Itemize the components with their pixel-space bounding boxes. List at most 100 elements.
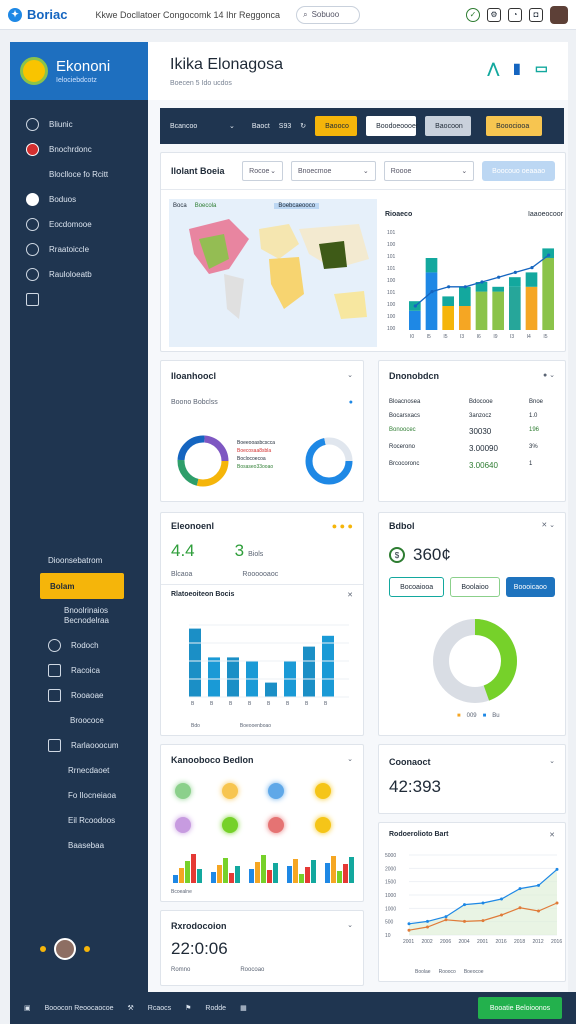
option-button-2[interactable]: Boolaioo — [450, 577, 500, 597]
lock-icon[interactable]: ◘ — [529, 7, 543, 22]
status-icon[interactable] — [314, 817, 331, 833]
sidebar-item-2[interactable]: Bnochrdonc — [10, 137, 148, 162]
toolbar-white-button[interactable]: Boodoeoooer — [366, 116, 418, 136]
chevron-down-icon[interactable]: ⌄ — [347, 755, 353, 765]
select-value: Roooe — [390, 167, 412, 175]
y-tick: 500 — [385, 920, 394, 926]
toolbar-grey-button[interactable]: Baocoon — [425, 116, 472, 136]
mini-bar — [255, 862, 260, 883]
chevron-down-icon[interactable]: ⌄ — [347, 921, 353, 931]
toolbar-item[interactable]: S93 — [279, 123, 291, 130]
chart-bar-stack — [509, 277, 521, 287]
sidebar-subtitle: Ielociebdcotz — [56, 77, 97, 84]
flag-icon[interactable]: ⚑ — [185, 1004, 191, 1012]
sidebar-item-1[interactable]: Bliunic — [10, 112, 148, 137]
mini-bar — [287, 866, 292, 883]
sidebar-item-active[interactable]: Bolam — [40, 573, 124, 599]
refresh-icon[interactable]: ↻ — [300, 122, 306, 130]
y-tick: 2000 — [385, 866, 396, 872]
sidebar-item-8[interactable] — [10, 287, 148, 312]
status-icon[interactable] — [268, 817, 284, 833]
sidebar-lower-6[interactable]: Rooaoae — [10, 683, 148, 708]
status-icon[interactable] — [175, 817, 191, 833]
sidebar-item-3[interactable]: Bloclloce fo Rcitt — [10, 162, 148, 187]
main-header: Ikika Elonagosa Boecen 5 Ido ucdos ⋀ ▮ ▭ — [148, 42, 568, 100]
card-title: Kanooboco Bedlon — [171, 755, 254, 765]
x-tick: B — [229, 701, 233, 707]
toolbar-select[interactable]: Bcancoo — [170, 123, 220, 130]
avatar[interactable] — [550, 5, 568, 24]
sidebar-lower-5[interactable]: Racoica — [10, 658, 148, 683]
tool-icon[interactable]: ⚒ — [128, 1004, 134, 1012]
status-icon[interactable] — [221, 817, 238, 833]
bookmark-icon[interactable]: ▮ — [513, 60, 521, 77]
toolbar-item[interactable]: Baoct — [252, 123, 270, 130]
sidebar-lower-11[interactable]: Eil Rcoodoos — [10, 808, 148, 833]
mini-bar — [325, 863, 330, 883]
map-action-button[interactable]: Boocouo oeaaao — [482, 161, 555, 181]
toolbar-orange-button[interactable]: Booociooa — [486, 116, 543, 136]
mini-bar — [211, 872, 216, 883]
sidebar-lower-8[interactable]: Rarlaooocum — [10, 733, 148, 758]
calendar-icon[interactable]: ▦ — [240, 1004, 247, 1012]
status-icon[interactable] — [314, 783, 331, 799]
close-icon[interactable]: ✕ — [347, 591, 353, 599]
filter-select-3[interactable]: Roooe ⌄ — [383, 161, 475, 181]
sidebar-item-label: Bolam — [50, 581, 75, 591]
card-icon[interactable]: ▭ — [535, 60, 548, 77]
sidebar-item-7[interactable]: Rauloloeatb — [10, 262, 148, 287]
map-tab[interactable]: Boebcaeooco — [274, 203, 320, 209]
sidebar-lower-10[interactable]: Fo Ilocneiaoa — [10, 783, 148, 808]
chart-point — [530, 266, 534, 270]
chevron-down-icon[interactable]: ⌄ — [347, 371, 353, 381]
x-tick: I9 — [493, 334, 497, 340]
option-button-3[interactable]: Boooicaoo — [505, 577, 556, 597]
sidebar-lower-9[interactable]: Rrnecdaoet — [10, 758, 148, 783]
status-icon[interactable]: ✓ — [466, 7, 480, 22]
bottom-item[interactable]: Rodde — [205, 1005, 226, 1012]
sidebar-lower-3[interactable]: Bnoolrinaios Becnodelraa — [10, 599, 148, 633]
sidebar-item-6[interactable]: Rraatoiccle — [10, 237, 148, 262]
option-button-1[interactable]: Bocoaiooa — [389, 577, 445, 597]
user-avatar[interactable] — [54, 938, 76, 960]
sidebar-header[interactable]: Ekononi Ielociebdcotz — [10, 42, 148, 100]
bottom-item[interactable]: Booocon Reoocaocoe — [45, 1005, 114, 1012]
bell-icon[interactable]: ◔ — [508, 7, 522, 22]
sidebar-lower-12[interactable]: Baasebaa — [10, 833, 148, 858]
bottom-bar: ▣ Booocon Reoocaocoe ⚒ Rcaocs ⚑ Rodde ▦ … — [10, 992, 576, 1024]
search-input[interactable]: ⌕ Sobuoo — [296, 5, 361, 24]
toolbar-yellow-button[interactable]: Baooco — [315, 116, 358, 136]
chevron-down-icon[interactable]: ⌄ — [549, 757, 555, 767]
y-tick: 101 — [387, 230, 396, 236]
badge-icons[interactable]: ● ● ● — [332, 521, 353, 531]
chart-point — [547, 253, 551, 257]
mini-bar — [173, 875, 178, 883]
top-nav[interactable]: Kkwe Docllatoer Congocomk 14 Ihr Reggonc… — [95, 10, 280, 20]
chevron-down-icon[interactable]: ✕ ⌄ — [541, 521, 555, 531]
world-map[interactable]: Boca Boecola Boebcaeooco — [169, 199, 377, 347]
status-icon[interactable] — [268, 783, 284, 799]
chart-bar-stack — [525, 272, 538, 287]
brand[interactable]: ✦ Boriac — [8, 7, 67, 22]
sidebar-lower-7[interactable]: Broococe — [10, 708, 148, 733]
sidebar-item-4[interactable]: Boduos — [10, 187, 148, 212]
bottom-item[interactable]: Rcaocs — [148, 1005, 171, 1012]
status-icon[interactable] — [175, 783, 191, 799]
chart-point — [555, 901, 559, 905]
sidebar-item-5[interactable]: Eocdomooe — [10, 212, 148, 237]
sidebar-lower-1[interactable]: Dioonsebatrom — [10, 548, 148, 573]
primary-action-button[interactable]: Booatie Beloioonos — [478, 997, 562, 1019]
filter-select-1[interactable]: Rocoe ⌄ — [242, 161, 283, 181]
grid-icon[interactable]: ▣ — [24, 1004, 31, 1012]
chevron-down-icon[interactable]: ● ⌄ — [543, 371, 555, 381]
up-icon[interactable]: ⋀ — [488, 60, 499, 77]
sidebar-lower-4[interactable]: Rodoch — [10, 633, 148, 658]
filter-select-2[interactable]: Bnoecmoe ⌄ — [290, 161, 376, 181]
kpi-value: 4.4 — [171, 541, 195, 560]
chart-point — [500, 897, 503, 901]
x-tick: I0 — [410, 334, 414, 340]
settings-icon[interactable]: ⚙ — [487, 7, 501, 22]
close-icon[interactable]: ✕ — [549, 831, 555, 839]
status-icon[interactable] — [221, 783, 238, 799]
mini-bar — [311, 860, 316, 883]
